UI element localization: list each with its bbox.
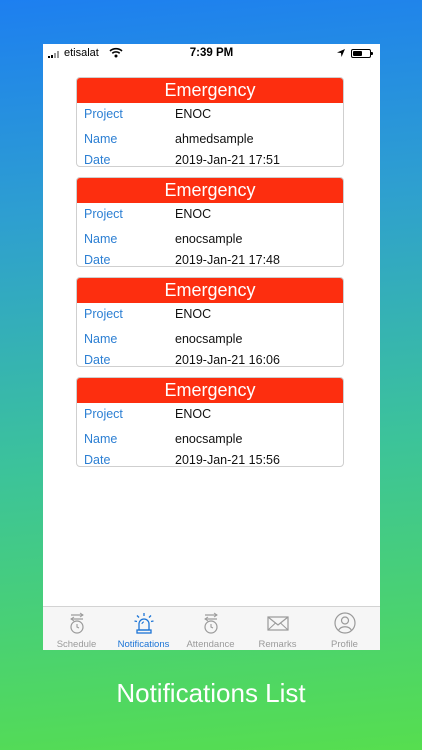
name-value: enocsample [175,332,243,346]
date-value: 2019-Jan-21 15:56 [175,453,280,467]
date-value: 2019-Jan-21 16:06 [175,353,280,367]
project-row: Project ENOC [77,105,343,123]
date-row: Date 2019-Jan-21 15:56 [77,451,343,467]
project-label: Project [84,307,123,321]
name-row: Name enocsample [77,230,343,248]
notification-card[interactable]: Emergency Project ENOC Name enocsample D… [76,277,344,367]
card-title: Emergency [77,378,343,403]
project-value: ENOC [175,207,212,221]
clock-icon [70,612,84,634]
date-row: Date 2019-Jan-21 17:48 [77,251,343,267]
person-icon [334,612,356,634]
project-value: ENOC [175,107,212,121]
date-label: Date [84,353,111,367]
card-title: Emergency [77,78,343,103]
name-label: Name [84,232,118,246]
notification-card[interactable]: Emergency Project ENOC Name ahmedsample … [76,77,344,167]
tab-bar: Schedule Notifications Attendance Remark… [43,606,380,650]
project-label: Project [84,207,123,221]
envelope-icon [267,616,289,631]
project-row: Project ENOC [77,305,343,323]
tab-profile[interactable]: Profile [311,607,378,650]
phone-screen: etisalat 7:39 PM Emergency Project ENOC … [43,44,380,650]
project-label: Project [84,407,123,421]
project-label: Project [84,107,123,121]
tab-label: Schedule [56,639,97,650]
tab-schedule[interactable]: Schedule [43,607,110,650]
battery-icon [351,49,373,58]
date-value: 2019-Jan-21 17:48 [175,253,280,267]
date-label: Date [84,253,111,267]
name-value: enocsample [175,232,243,246]
date-label: Date [84,453,111,467]
tab-label: Notifications [117,639,170,650]
project-row: Project ENOC [77,405,343,423]
name-row: Name ahmedsample [77,130,343,148]
name-value: enocsample [175,432,243,446]
clock-icon [204,612,218,634]
project-row: Project ENOC [77,205,343,223]
date-label: Date [84,153,111,167]
alarm-siren-icon [134,613,154,634]
tab-attendance[interactable]: Attendance [177,607,244,650]
name-row: Name enocsample [77,430,343,448]
tab-label: Remarks [258,639,297,650]
date-row: Date 2019-Jan-21 16:06 [77,351,343,367]
project-value: ENOC [175,407,212,421]
tab-label: Profile [331,639,358,650]
tab-label: Attendance [186,639,235,650]
status-bar: etisalat 7:39 PM [43,44,380,64]
screen-caption: Notifications List [116,678,306,708]
name-label: Name [84,332,118,346]
name-label: Name [84,132,118,146]
tab-remarks[interactable]: Remarks [244,607,311,650]
notification-card[interactable]: Emergency Project ENOC Name enocsample D… [76,377,344,467]
name-value: ahmedsample [175,132,254,146]
name-label: Name [84,432,118,446]
card-title: Emergency [77,178,343,203]
name-row: Name enocsample [77,330,343,348]
location-arrow-icon [337,49,345,57]
tab-notifications[interactable]: Notifications [110,607,177,650]
date-row: Date 2019-Jan-21 17:51 [77,151,343,167]
project-value: ENOC [175,307,212,321]
clock-time: 7:39 PM [189,47,234,59]
notification-card[interactable]: Emergency Project ENOC Name enocsample D… [76,177,344,267]
date-value: 2019-Jan-21 17:51 [175,153,280,167]
card-title: Emergency [77,278,343,303]
